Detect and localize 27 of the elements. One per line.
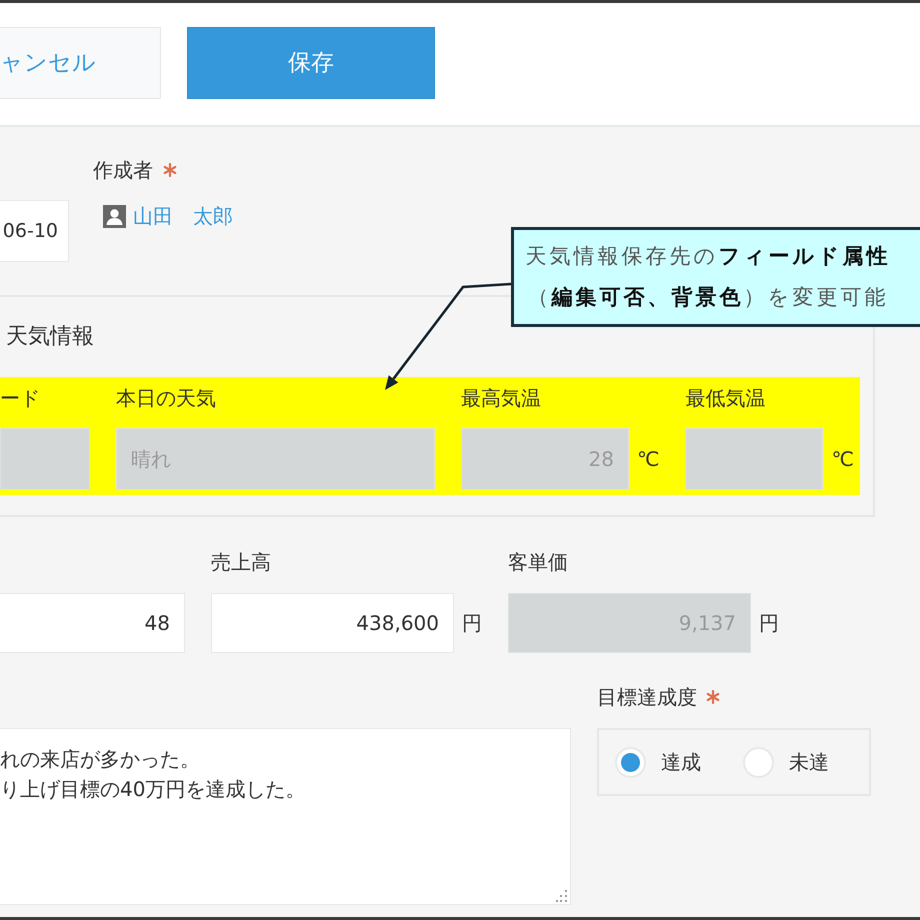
textarea-field[interactable]: れの来店が多かった。 り上げ目標の40万円を達成した。 <box>0 728 571 905</box>
unit-label: 円 <box>462 610 482 637</box>
annotation-text: （編集可否、背景色）を変更可能 <box>528 284 888 311</box>
memo-text-line: れの来店が多かった。 <box>0 746 200 773</box>
field-label: 目標達成度 <box>597 685 697 709</box>
field-label: 客単価 <box>508 550 568 574</box>
date-field[interactable]: 06-10 <box>0 200 69 262</box>
user-icon <box>103 204 126 228</box>
field-label: 最高気温 <box>461 386 541 410</box>
radio-label[interactable]: 達成 <box>661 747 701 777</box>
field-label: ード <box>0 386 40 410</box>
resize-grip-icon[interactable] <box>556 890 568 902</box>
input-field[interactable]: 438,600 <box>211 593 454 653</box>
radio-button[interactable] <box>615 746 646 778</box>
input-field[interactable]: 48 <box>0 593 185 653</box>
unit-label: 円 <box>759 610 779 637</box>
field-label: 本日の天気 <box>116 386 216 410</box>
annotation-text: 天気情報保存先のフィールド属性 <box>526 243 890 270</box>
field-label: 最低気温 <box>685 386 766 410</box>
field-label: 売上高 <box>211 550 271 574</box>
field-label: 作成者 <box>93 158 153 182</box>
radio-label[interactable]: 未達 <box>789 747 829 777</box>
unit-label: ℃ <box>831 446 854 473</box>
radio-button[interactable] <box>743 746 774 778</box>
group-title: 天気情報 <box>6 324 94 350</box>
unit-label: ℃ <box>637 446 660 473</box>
memo-text-line: り上げ目標の40万円を達成した。 <box>0 776 306 803</box>
